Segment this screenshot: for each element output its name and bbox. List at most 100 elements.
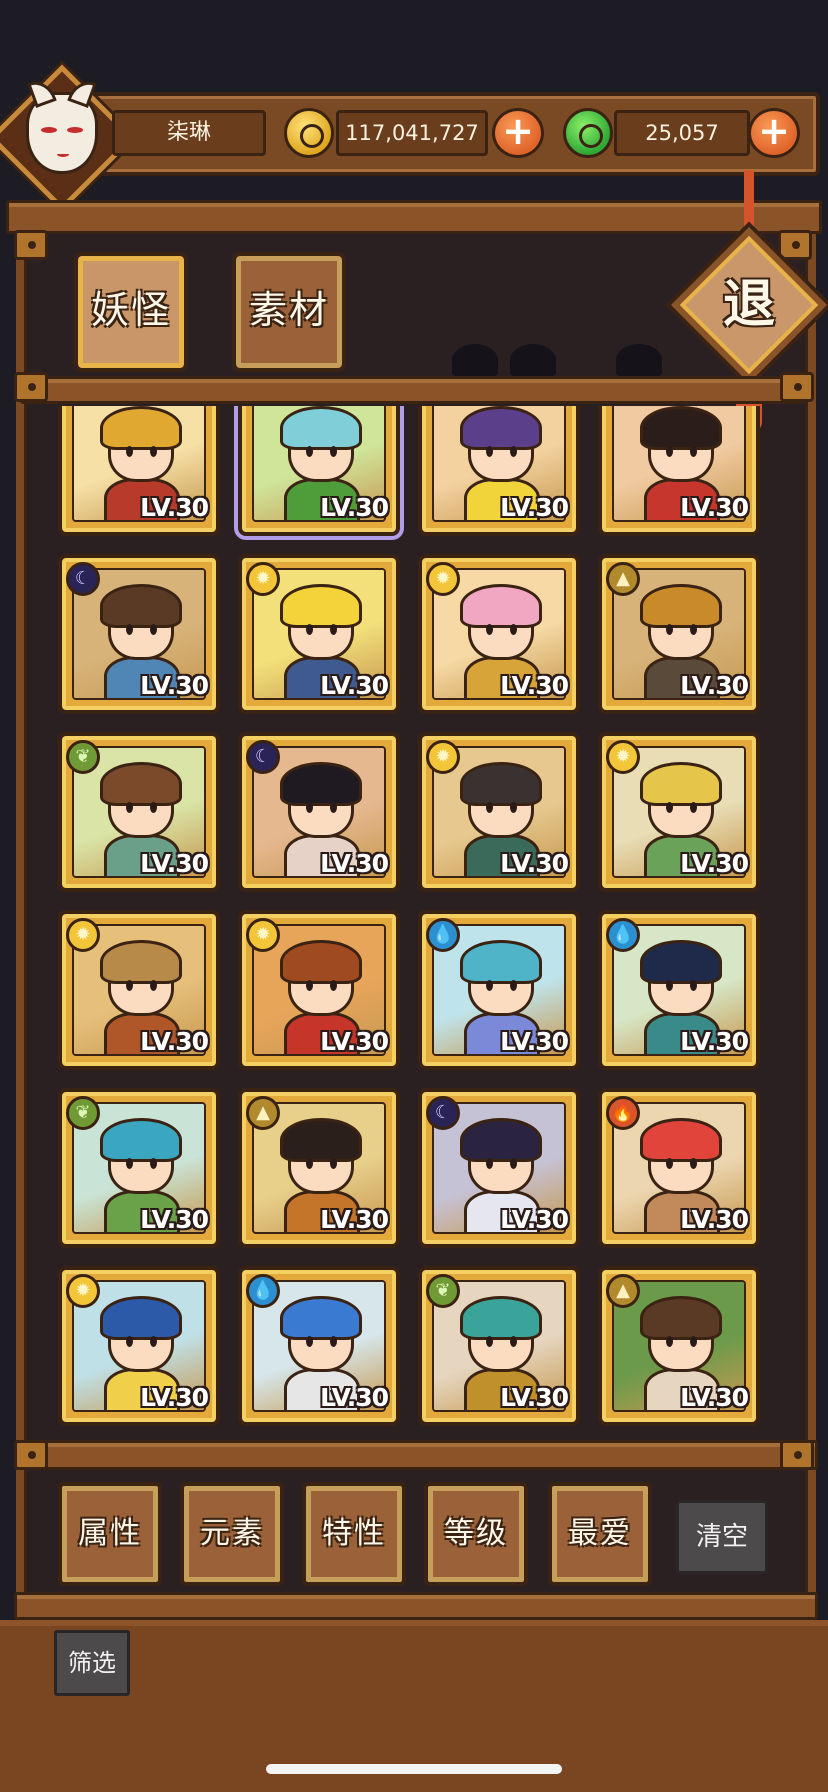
character-card[interactable]: ☾ LV.30 [238,732,400,892]
frame-top-beam [6,200,822,234]
character-card[interactable]: ✹ LV.30 [238,554,400,714]
sun-element-icon: ✹ [606,740,640,774]
character-grid-viewport[interactable]: LV.30 LV.30 LV.30 LV.30 ☾ LV.30 ✹ LV.30 ✹ LV.30 ▲ L… [38,406,790,1440]
level-label: LV.30 [140,849,209,878]
clear-button[interactable]: 清空 [676,1500,768,1574]
level-label: LV.30 [320,849,389,878]
level-label: LV.30 [680,1383,749,1412]
level-label: LV.30 [680,493,749,522]
level-label: LV.30 [680,1205,749,1234]
earth-element-icon: ▲ [246,1096,280,1130]
leaf-element-icon: ❦ [66,1096,100,1130]
bracket [14,230,48,260]
level-label: LV.30 [320,1383,389,1412]
character-card[interactable]: ▲ LV.30 [598,554,760,714]
character-card[interactable]: ✹ LV.30 [58,1266,220,1426]
sun-element-icon: ✹ [66,918,100,952]
exit-label[interactable]: 退 [694,250,804,360]
character-card[interactable]: ▲ LV.30 [598,1266,760,1426]
shadow-creature [452,344,498,376]
level-label: LV.30 [140,671,209,700]
filter-trait-button[interactable]: 特性 [302,1482,406,1586]
earth-element-icon: ▲ [606,1274,640,1308]
level-label: LV.30 [320,1027,389,1056]
frame-mid-beam [20,376,808,404]
earth-element-icon: ▲ [606,562,640,596]
shadow-creature [616,344,662,376]
add-gold-button[interactable]: + [492,108,544,158]
level-label: LV.30 [680,849,749,878]
character-card[interactable]: ✹ LV.30 [418,554,580,714]
frame-base-beam [14,1592,818,1620]
bracket [780,372,814,402]
character-card[interactable]: LV.30 [418,406,580,536]
filter-element-button[interactable]: 元素 [180,1482,284,1586]
character-card[interactable]: 🔥 LV.30 [598,1088,760,1248]
shadow-creature [510,344,556,376]
character-card[interactable]: ✹ LV.30 [238,910,400,1070]
level-label: LV.30 [140,1383,209,1412]
character-card[interactable]: LV.30 [598,406,760,536]
sun-element-icon: ✹ [246,918,280,952]
fire-element-icon: 🔥 [606,1096,640,1130]
leaf-element-icon: ❦ [66,740,100,774]
bracket [14,1440,48,1470]
character-card[interactable]: 💧 LV.30 [238,1266,400,1426]
character-card[interactable]: ❦ LV.30 [58,732,220,892]
water-element-icon: 💧 [426,918,460,952]
level-label: LV.30 [320,671,389,700]
frame-bottom-beam [14,1440,818,1470]
filter-level-button[interactable]: 等级 [424,1482,528,1586]
level-label: LV.30 [500,1027,569,1056]
leaf-element-icon: ❦ [426,1274,460,1308]
level-label: LV.30 [500,493,569,522]
level-label: LV.30 [140,1027,209,1056]
gold-coin-icon [284,108,334,158]
sun-element-icon: ✹ [426,740,460,774]
character-card[interactable]: ☾ LV.30 [418,1088,580,1248]
level-label: LV.30 [320,493,389,522]
character-card[interactable]: 💧 LV.30 [418,910,580,1070]
sun-element-icon: ✹ [426,562,460,596]
sun-element-icon: ✹ [246,562,280,596]
level-label: LV.30 [320,1205,389,1234]
level-label: LV.30 [680,1027,749,1056]
filter-favorite-button[interactable]: 最爱 [548,1482,652,1586]
level-label: LV.30 [500,1205,569,1234]
bracket [780,1440,814,1470]
character-card[interactable]: ☾ LV.30 [58,554,220,714]
character-card[interactable]: ✹ LV.30 [58,910,220,1070]
character-card[interactable]: ❦ LV.30 [418,1266,580,1426]
character-card[interactable]: ✹ LV.30 [598,732,760,892]
level-label: LV.30 [500,849,569,878]
tab-materials[interactable]: 素材 [232,252,346,372]
level-label: LV.30 [140,493,209,522]
character-card[interactable]: ❦ LV.30 [58,1088,220,1248]
jade-coin-icon [563,108,613,158]
level-label: LV.30 [500,671,569,700]
water-element-icon: 💧 [246,1274,280,1308]
filter-button[interactable]: 筛选 [54,1630,130,1696]
gold-amount: 117,041,727 [336,110,488,156]
level-label: LV.30 [680,671,749,700]
character-card[interactable]: ▲ LV.30 [238,1088,400,1248]
moon-element-icon: ☾ [246,740,280,774]
character-card[interactable]: ✹ LV.30 [418,732,580,892]
tab-monsters[interactable]: 妖怪 [74,252,188,372]
sun-element-icon: ✹ [66,1274,100,1308]
bracket [14,372,48,402]
character-card[interactable]: 💧 LV.30 [598,910,760,1070]
moon-element-icon: ☾ [66,562,100,596]
level-label: LV.30 [140,1205,209,1234]
fox-mask-avatar-icon[interactable] [26,76,98,174]
gem-amount: 25,057 [614,110,750,156]
player-name: 柒琳 [112,110,266,156]
water-element-icon: 💧 [606,918,640,952]
character-card[interactable]: LV.30 [238,406,400,536]
filter-attribute-button[interactable]: 属性 [58,1482,162,1586]
character-card[interactable]: LV.30 [58,406,220,536]
moon-element-icon: ☾ [426,1096,460,1130]
add-gem-button[interactable]: + [748,108,800,158]
level-label: LV.30 [500,1383,569,1412]
home-indicator[interactable] [266,1764,562,1774]
